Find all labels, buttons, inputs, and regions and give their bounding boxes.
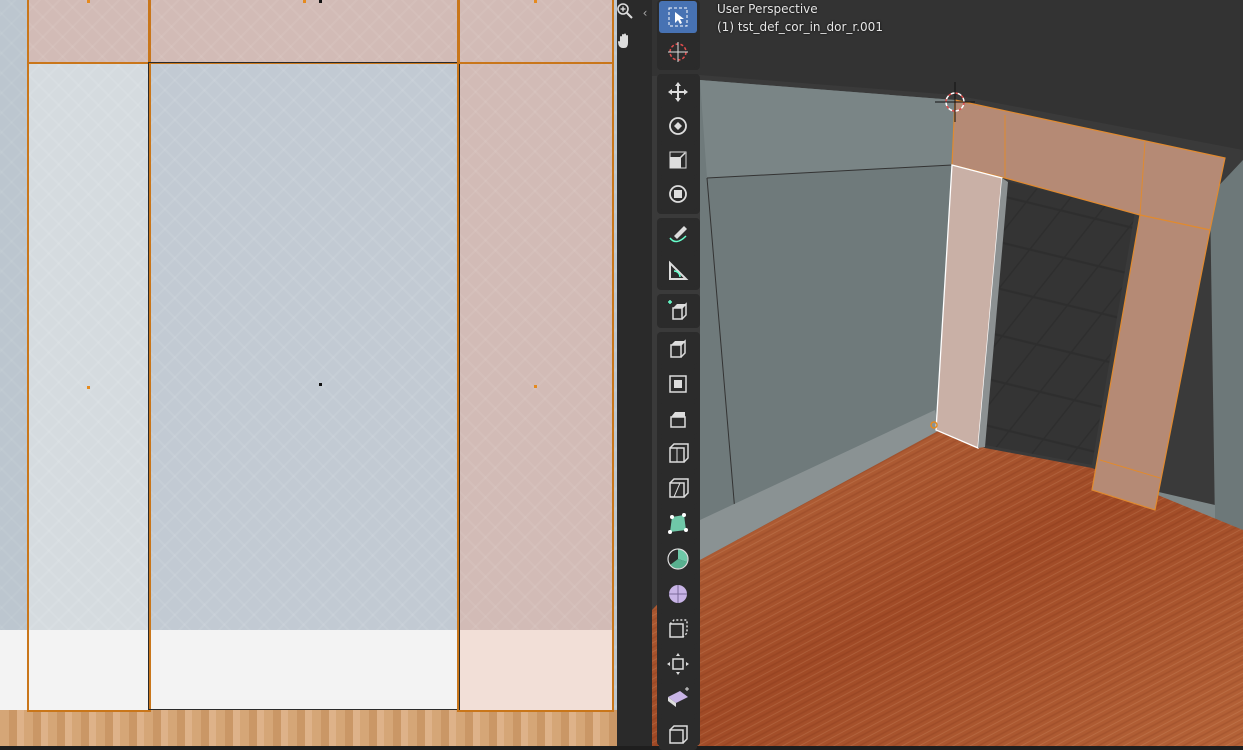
annotate-tool[interactable] [659, 220, 697, 252]
uv-vertex[interactable] [319, 0, 322, 3]
select-box-icon [668, 7, 688, 27]
loop-cut-tool[interactable] [659, 438, 697, 470]
scale-icon [669, 151, 687, 169]
viewport-header: User Perspective (1) tst_def_cor_in_dor_… [717, 0, 883, 36]
shear-tool[interactable] [659, 683, 697, 715]
spin-tool[interactable] [659, 543, 697, 575]
uv-vertex[interactable] [534, 385, 537, 388]
uv-vertex[interactable] [87, 386, 90, 389]
scale-tool[interactable] [659, 144, 697, 176]
hand-icon[interactable] [614, 32, 636, 54]
measure-tool[interactable] [659, 255, 697, 287]
select-box-tool[interactable] [659, 1, 697, 33]
region-divider: ‹ [617, 0, 652, 746]
rip-region-tool[interactable] [659, 718, 697, 750]
perspective-label: User Perspective [717, 2, 818, 16]
add-cube-tool[interactable] [659, 295, 697, 327]
shrink-fatten-icon [667, 653, 689, 675]
uv-island-top-left[interactable] [27, 0, 151, 64]
inset-faces-tool[interactable] [659, 368, 697, 400]
uv-floor-strip [0, 710, 617, 746]
extrude-region-tool[interactable] [659, 333, 697, 365]
edge-slide-icon [669, 619, 688, 638]
cursor-tool[interactable] [659, 36, 697, 68]
3d-viewport[interactable] [652, 0, 1243, 746]
cursor-icon [668, 42, 688, 62]
uv-vertex[interactable] [303, 0, 306, 3]
spin-icon [667, 548, 689, 570]
extrude-icon [670, 339, 686, 358]
shrink-fatten-tool[interactable] [659, 648, 697, 680]
move-tool[interactable] [659, 76, 697, 108]
bevel-icon [670, 412, 686, 428]
shear-icon [668, 687, 689, 707]
uv-vertex[interactable] [87, 0, 90, 3]
loop-cut-icon [669, 443, 689, 463]
rip-region-icon [669, 725, 688, 744]
transform-tool[interactable] [659, 178, 697, 210]
bevel-tool[interactable] [659, 403, 697, 435]
transform-icon [669, 185, 687, 203]
pencil-icon [669, 226, 687, 243]
knife-tool[interactable] [659, 473, 697, 505]
ruler-icon [669, 260, 689, 280]
uv-vertex[interactable] [319, 383, 322, 386]
move-icon [668, 82, 688, 102]
smooth-tool[interactable] [659, 578, 697, 610]
edge-slide-tool[interactable] [659, 613, 697, 645]
poly-build-tool[interactable] [659, 508, 697, 540]
rotate-icon [669, 117, 687, 135]
uv-vertex[interactable] [534, 0, 537, 3]
magnifier-plus-icon[interactable] [614, 2, 636, 24]
uv-island-mid[interactable] [148, 62, 460, 710]
knife-icon [669, 478, 689, 498]
uv-island-top-mid[interactable] [148, 0, 460, 64]
add-cube-icon [668, 300, 687, 320]
tool-shelf [657, 0, 700, 750]
uv-editor[interactable] [0, 0, 617, 746]
uv-island-top-right[interactable] [457, 0, 614, 64]
object-label: (1) tst_def_cor_in_dor_r.001 [717, 20, 883, 34]
poly-build-icon [668, 513, 688, 534]
rotate-tool[interactable] [659, 110, 697, 142]
inset-icon [669, 375, 687, 393]
smooth-icon [669, 585, 687, 603]
scene-render [652, 0, 1243, 746]
